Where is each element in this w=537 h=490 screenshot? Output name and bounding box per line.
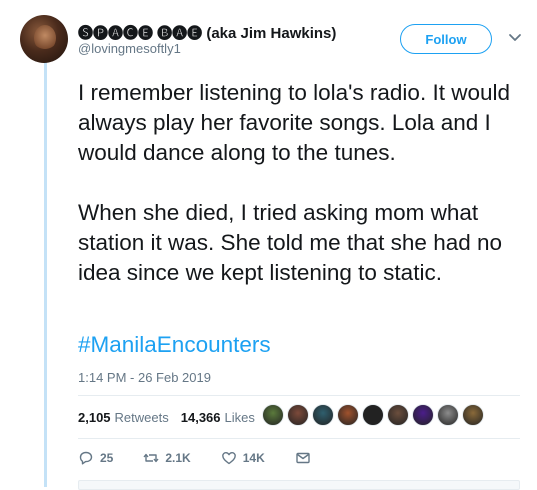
direct-message-button[interactable]	[295, 450, 311, 466]
liker-avatar[interactable]	[437, 404, 459, 426]
thread-line	[44, 60, 47, 487]
tweet-paragraph-2: When she died, I tried asking mom what s…	[78, 200, 503, 285]
liker-avatar[interactable]	[312, 404, 334, 426]
liker-avatars	[262, 404, 487, 426]
tweet-stats: 2,105 Retweets 14,366 Likes	[78, 410, 255, 425]
tweet-paragraph-1: I remember listening to lola's radio. It…	[78, 80, 510, 165]
likes-label[interactable]: Likes	[225, 410, 255, 425]
hashtag-link[interactable]: #ManilaEncounters	[78, 332, 271, 358]
liker-avatar[interactable]	[337, 404, 359, 426]
reply-input[interactable]	[78, 480, 520, 490]
like-button[interactable]: 14K	[221, 450, 265, 466]
retweet-count: 2.1K	[165, 451, 191, 465]
like-count: 14K	[242, 451, 265, 465]
liker-avatar[interactable]	[262, 404, 284, 426]
author-display-name[interactable]: 🅢🅟🅐🅒🅔 🅑🅐🅔 (aka Jim Hawkins)	[78, 22, 336, 43]
envelope-icon	[296, 452, 310, 464]
tweet-actions: 25 2.1K 14K	[78, 450, 311, 466]
reply-count: 25	[100, 451, 114, 465]
tweet-text: I remember listening to lola's radio. It…	[78, 78, 528, 288]
liker-avatar[interactable]	[387, 404, 409, 426]
heart-icon	[221, 452, 236, 465]
avatar[interactable]	[20, 15, 68, 63]
divider	[78, 395, 520, 396]
retweet-button[interactable]: 2.1K	[143, 450, 191, 466]
liker-avatar[interactable]	[362, 404, 384, 426]
retweets-count[interactable]: 2,105	[78, 410, 111, 425]
follow-button[interactable]: Follow	[400, 24, 492, 54]
retweet-icon	[143, 453, 159, 463]
reply-icon	[79, 451, 93, 465]
retweets-label[interactable]: Retweets	[115, 410, 169, 425]
author-name-row[interactable]: 🅢🅟🅐🅒🅔 🅑🅐🅔 (aka Jim Hawkins)	[78, 22, 336, 43]
likes-count[interactable]: 14,366	[181, 410, 221, 425]
author-handle[interactable]: @lovingmesoftly1	[78, 41, 181, 56]
liker-avatar[interactable]	[287, 404, 309, 426]
liker-avatar[interactable]	[462, 404, 484, 426]
chevron-down-icon[interactable]	[508, 33, 522, 43]
liker-avatar[interactable]	[412, 404, 434, 426]
divider	[78, 438, 520, 439]
reply-button[interactable]: 25	[78, 450, 113, 466]
tweet-timestamp[interactable]: 1:14 PM - 26 Feb 2019	[78, 370, 211, 385]
